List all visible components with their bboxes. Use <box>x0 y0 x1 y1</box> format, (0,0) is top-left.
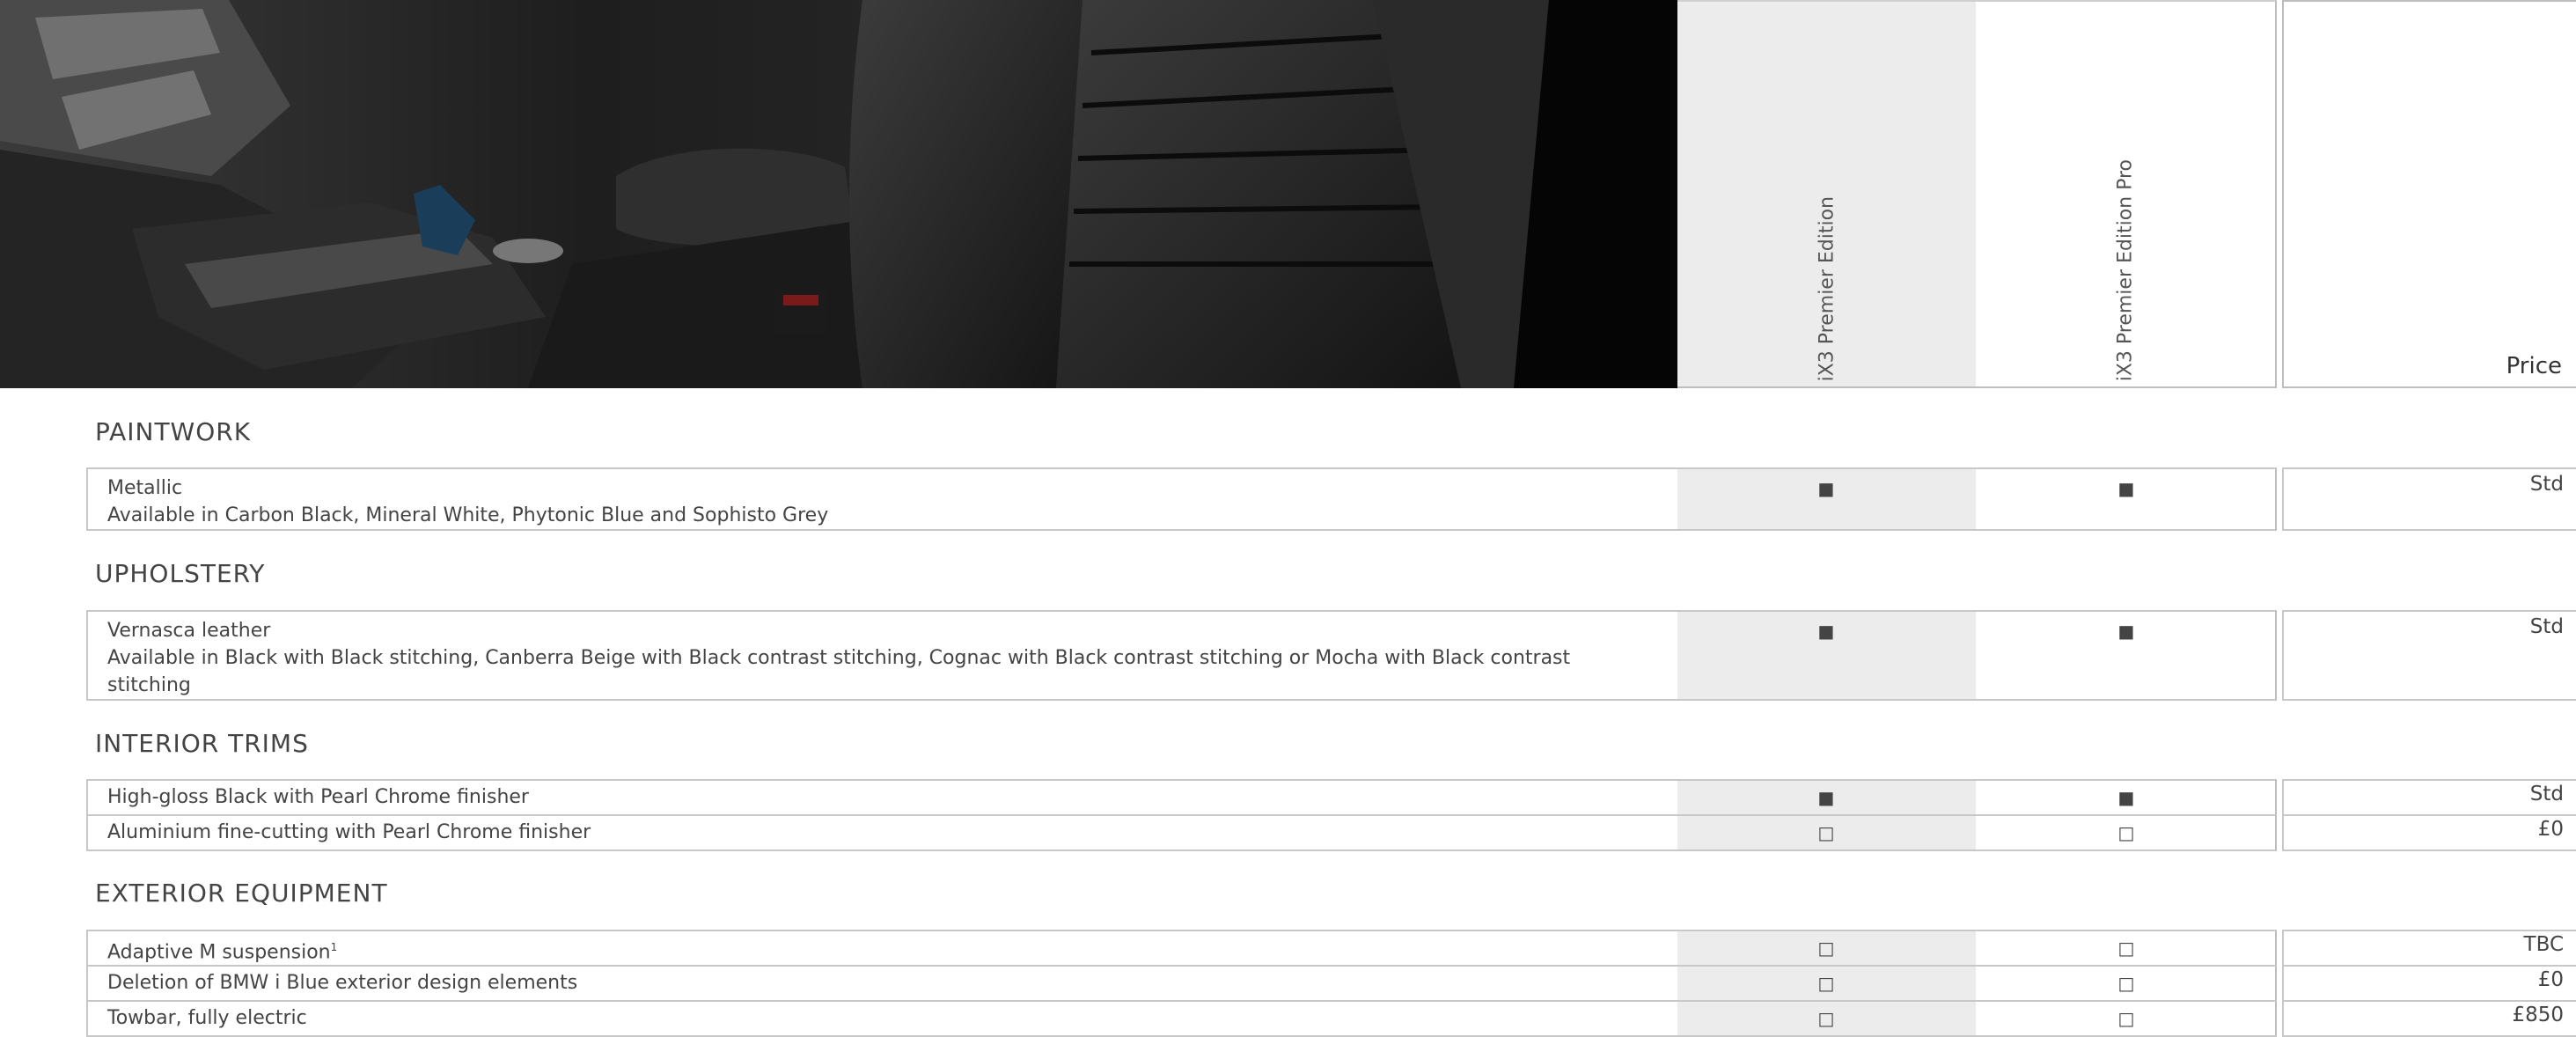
option-name: High-gloss Black with Pearl Chrome finis… <box>107 786 529 808</box>
option-name: Aluminium fine-cutting with Pearl Chrome… <box>107 821 591 843</box>
table-row: Towbar, fully electric □ □ £850 <box>86 1000 2576 1037</box>
standard-mark-icon: ■ <box>1817 478 1835 499</box>
option-price: Std <box>2529 615 2564 638</box>
option-name: Metallic <box>107 477 183 499</box>
standard-mark-icon: ■ <box>2117 478 2135 499</box>
standard-mark-icon: ■ <box>2117 621 2135 642</box>
table-row: Vernasca leather Available in Black with… <box>86 610 2576 701</box>
section-title-paintwork: PAINTWORK <box>95 417 252 446</box>
section-title-upholstery: UPHOLSTERY <box>95 559 266 588</box>
option-name: Adaptive M suspension <box>107 941 331 964</box>
option-label: Vernasca leather Available in Black with… <box>107 617 1604 699</box>
option-price: £0 <box>2537 818 2564 841</box>
column-label-price: Price <box>2506 353 2562 379</box>
optional-mark-icon: □ <box>2117 938 2135 959</box>
table-row: Aluminium fine-cutting with Pearl Chrome… <box>86 814 2576 851</box>
standard-mark-icon: ■ <box>1817 787 1835 808</box>
interior-photo <box>0 0 1677 388</box>
option-price: £0 <box>2537 968 2564 991</box>
table-row: Metallic Available in Carbon Black, Mine… <box>86 467 2576 531</box>
option-description: Available in Carbon Black, Mineral White… <box>107 504 829 526</box>
section-title-interior-trims: INTERIOR TRIMS <box>95 729 309 758</box>
optional-mark-icon: □ <box>2117 973 2135 994</box>
standard-mark-icon: ■ <box>1817 621 1835 642</box>
table-row: Deletion of BMW i Blue exterior design e… <box>86 965 2576 1002</box>
optional-mark-icon: □ <box>1817 973 1835 994</box>
standard-mark-icon: ■ <box>2117 787 2135 808</box>
option-label: Metallic Available in Carbon Black, Mine… <box>107 474 1604 529</box>
table-row: Adaptive M suspension1 □ □ TBC <box>86 930 2576 967</box>
option-name: Towbar, fully electric <box>107 1007 307 1029</box>
section-title-exterior-equipment: EXTERIOR EQUIPMENT <box>95 879 388 908</box>
option-name: Deletion of BMW i Blue exterior design e… <box>107 972 578 994</box>
column-header-premier-pro: iX3 Premier Edition Pro <box>1976 0 2277 388</box>
optional-mark-icon: □ <box>1817 822 1835 843</box>
column-label-premier-pro: iX3 Premier Edition Pro <box>2114 158 2137 381</box>
optional-mark-icon: □ <box>2117 1008 2135 1029</box>
column-header-price: Price <box>2282 0 2576 388</box>
price-cell <box>2282 965 2576 1002</box>
price-cell <box>2282 814 2576 851</box>
option-label: Adaptive M suspension1 <box>107 934 1604 966</box>
column-label-premier: iX3 Premier Edition <box>1816 195 1838 381</box>
footnote-marker: 1 <box>330 941 338 953</box>
optional-mark-icon: □ <box>2117 822 2135 843</box>
option-price: TBC <box>2523 933 2564 956</box>
optional-mark-icon: □ <box>1817 1008 1835 1029</box>
column-header-premier: iX3 Premier Edition <box>1677 0 1976 388</box>
option-price: Std <box>2529 473 2564 496</box>
header-divider <box>1677 386 2277 388</box>
option-price: £850 <box>2512 1004 2564 1026</box>
optional-mark-icon: □ <box>1817 938 1835 959</box>
table-row: High-gloss Black with Pearl Chrome finis… <box>86 779 2576 816</box>
option-description: Available in Black with Black stitching,… <box>107 647 1571 696</box>
option-name: Vernasca leather <box>107 620 271 642</box>
option-price: Std <box>2529 783 2564 805</box>
